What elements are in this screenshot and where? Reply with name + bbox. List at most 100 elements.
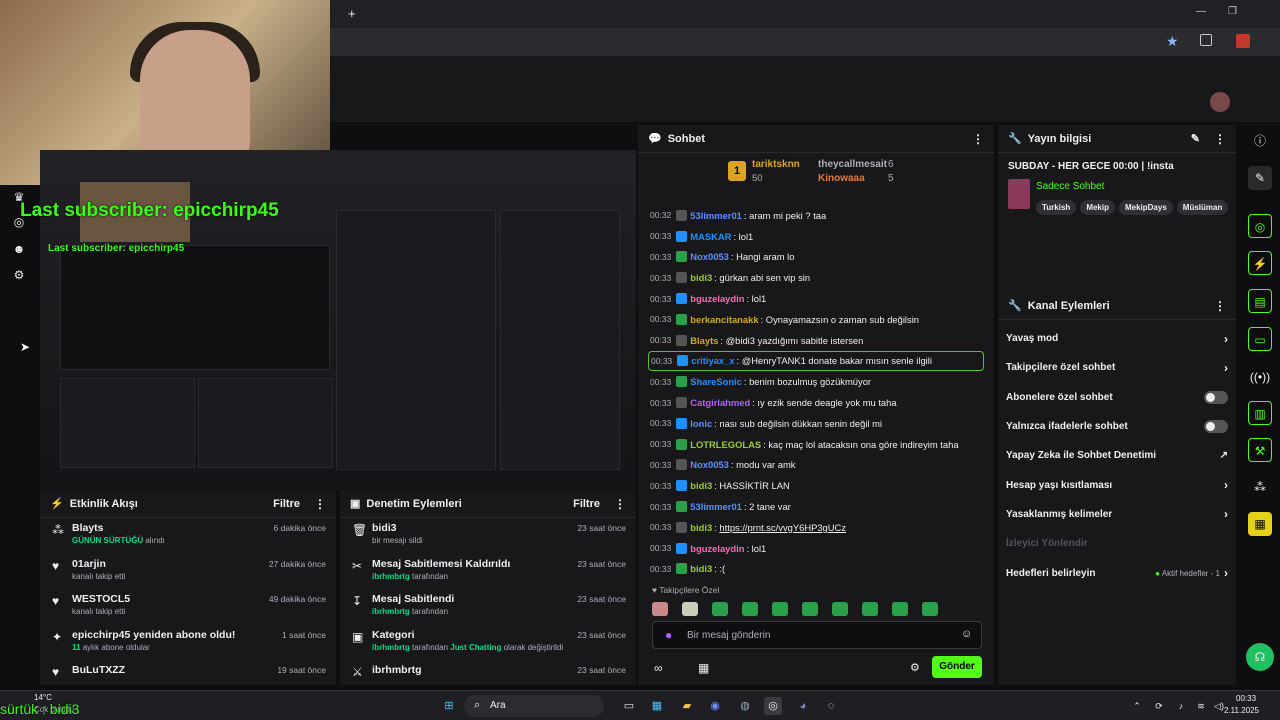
tag[interactable]: Müslüman xyxy=(1176,200,1229,215)
category-thumbnail[interactable] xyxy=(1008,179,1030,209)
message-username[interactable]: bidi3 xyxy=(690,272,712,283)
emote-icon[interactable] xyxy=(712,602,728,616)
chevron-right-icon[interactable]: › xyxy=(1224,507,1228,521)
chat-message[interactable]: 00:33 bidi3: https://prnt.sc/vvgY6HP3gUCz xyxy=(638,517,994,538)
taskbar-search[interactable]: ⌕ Ara xyxy=(464,695,604,717)
network-icon[interactable]: ⟳ xyxy=(1150,697,1168,715)
list-item[interactable]: ✦ epicchirp45 yeniden abone oldu! 11 aylık… xyxy=(40,625,336,661)
chrome-icon[interactable]: ◎ xyxy=(764,697,782,715)
emote-icon[interactable] xyxy=(772,602,788,616)
bolt-icon[interactable]: ⚡ xyxy=(1248,251,1272,275)
external-link-icon[interactable]: ↗ xyxy=(1220,450,1228,461)
message-username[interactable]: Nox0053 xyxy=(690,459,729,470)
chat-message[interactable]: 00:33 bidi3: :( xyxy=(638,559,994,580)
extensions-icon[interactable] xyxy=(1200,34,1212,46)
activity-filter-button[interactable]: Filtre xyxy=(273,498,300,510)
info-icon[interactable]: ⓘ xyxy=(1248,129,1272,153)
toggle-switch[interactable] xyxy=(1204,420,1228,434)
chat-message[interactable]: 00:33 Catgirlahmed: ıy ezik sende deagle … xyxy=(638,392,994,413)
message-username[interactable]: LOTRLEGOLAS xyxy=(690,439,761,450)
edit-icon[interactable]: ✎ xyxy=(1248,166,1272,190)
emote-icon[interactable] xyxy=(862,602,878,616)
chat-message[interactable]: 00:33 critiyax_x: @HenryTANK1 donate baka… xyxy=(648,350,984,372)
channel-action-item[interactable]: Hedefleri belirleyin ● Aktif hedefler - 1… xyxy=(998,558,1236,587)
new-tab-button[interactable]: + xyxy=(348,6,356,21)
message-username[interactable]: Catgirlahmed xyxy=(690,397,750,408)
chevron-right-icon[interactable]: › xyxy=(1224,566,1228,580)
more-options-icon[interactable]: ⋮ xyxy=(972,132,984,146)
list-item[interactable]: ▣ Kategori ibrhmbrtg tarafından Just Chatt… xyxy=(340,625,636,661)
message-username[interactable]: 53limmer01 xyxy=(690,210,742,221)
windows-start-icon[interactable]: ⊞ xyxy=(440,697,458,715)
microphone-icon[interactable]: ♪ xyxy=(1172,697,1190,715)
clipboard-icon[interactable]: ▤ xyxy=(1248,289,1272,313)
emote-icon[interactable] xyxy=(892,602,908,616)
address-bar[interactable]: ★ xyxy=(330,28,1280,56)
tag[interactable]: Turkish xyxy=(1036,200,1077,215)
chat-message[interactable]: 00:33 Blayts: @bidi3 yazdığımı sabitle is… xyxy=(638,330,994,351)
steam-icon[interactable]: ◍ xyxy=(736,697,754,715)
wrench-icon[interactable]: ⚒ xyxy=(1248,438,1272,462)
emote-icon[interactable] xyxy=(742,602,758,616)
store-icon[interactable]: ▦ xyxy=(698,661,709,675)
points-icon[interactable]: ⁂ xyxy=(1248,475,1272,499)
profile-icon[interactable] xyxy=(1236,34,1250,48)
message-username[interactable]: Nox0053 xyxy=(690,251,729,262)
channel-action-item[interactable]: Takipçilere özel sohbet › xyxy=(998,353,1236,382)
send-button[interactable]: Gönder xyxy=(932,656,982,678)
wifi-icon[interactable]: ≋ xyxy=(1192,697,1210,715)
chat-message[interactable]: 00:33 bidi3: gürkan abi sen vip sin xyxy=(638,267,994,288)
microphone-icon[interactable]: ● xyxy=(665,628,672,642)
tag[interactable]: MekipDays xyxy=(1118,200,1173,215)
message-username[interactable]: 53limmer01 xyxy=(690,501,742,512)
message-username[interactable]: ShareSonic xyxy=(690,376,742,387)
star-icon[interactable]: ★ xyxy=(1166,33,1179,50)
avatar[interactable] xyxy=(1210,92,1230,112)
channel-action-item[interactable]: Yasaklanmış kelimeler › xyxy=(998,500,1236,529)
chat-message[interactable]: 00:33 bguzelaydin: lol1 xyxy=(638,538,994,559)
app-icon[interactable]: ◉ xyxy=(706,697,724,715)
list-item[interactable]: ⁂ Blayts GÜNÜN SÜRTÜĞÜ alındı 6 dakika önce xyxy=(40,518,336,554)
task-view-icon[interactable]: ▭ xyxy=(620,697,638,715)
message-username[interactable]: critiyax_x xyxy=(691,355,734,366)
chat-icon[interactable]: ▭ xyxy=(1248,327,1272,351)
channel-action-item[interactable]: Yapay Zeka ile Sohbet Denetimi ↗ xyxy=(998,441,1236,470)
more-options-icon[interactable]: ⋮ xyxy=(314,497,326,511)
gear-icon[interactable]: ⚙ xyxy=(12,268,26,282)
mod-filter-button[interactable]: Filtre xyxy=(573,498,600,510)
chat-message[interactable]: 00:33 Nox0053: Hangi aram lo xyxy=(638,247,994,268)
discord-icon[interactable]: ◕ xyxy=(794,697,812,715)
more-options-icon[interactable]: ⋮ xyxy=(1214,299,1226,313)
more-options-icon[interactable]: ⋮ xyxy=(1214,132,1226,146)
help-icon[interactable]: ☊ xyxy=(1246,643,1274,671)
list-item[interactable]: ♥ WESTOCL5 kanalı takip etti 49 dakika önce xyxy=(40,589,336,625)
list-item[interactable]: ↧ Mesaj Sabitlendi ibrhmbrtg tarafından 23 … xyxy=(340,589,636,625)
chevron-right-icon[interactable]: › xyxy=(1224,332,1228,346)
chat-message[interactable]: 00:33 ShareSonic: benim bozulmuş gözükmüy… xyxy=(638,371,994,392)
emoji-icon[interactable]: ☺ xyxy=(961,628,972,640)
emote-icon[interactable] xyxy=(652,602,668,616)
emote-icon[interactable] xyxy=(922,602,938,616)
clock-date[interactable]: 2.11.2025 xyxy=(1224,706,1259,715)
list-item[interactable]: ✂ Mesaj Sabitlemesi Kaldırıldı ibrhmbrtg t… xyxy=(340,554,636,590)
list-item[interactable]: ♥ 01arjin kanalı takip etti 27 dakika önce xyxy=(40,554,336,590)
emote-icon[interactable] xyxy=(682,602,698,616)
infinity-icon[interactable]: ∞ xyxy=(654,661,663,675)
list-item[interactable]: 🗑 bidi3 bir mesajı sildi 23 saat önce xyxy=(340,518,636,554)
emote-icon[interactable] xyxy=(832,602,848,616)
chat-message[interactable]: 00:33 LOTRLEGOLAS: kaç maç lol atacaksın … xyxy=(638,434,994,455)
channel-action-item[interactable]: Abonelere özel sohbet xyxy=(998,383,1236,412)
message-username[interactable]: bguzelaydin xyxy=(690,293,744,304)
store-icon[interactable]: ▦ xyxy=(1248,512,1272,536)
chat-message[interactable]: 00:33 MASKAR: lol1 xyxy=(638,226,994,247)
calculator-icon[interactable]: ▦ xyxy=(648,697,666,715)
toggle-switch[interactable] xyxy=(1204,390,1228,404)
channel-action-item[interactable]: Hesap yaşı kısıtlaması › xyxy=(998,470,1236,499)
gear-icon[interactable]: ⚙ xyxy=(910,661,920,674)
chevron-up-icon[interactable]: ⌃ xyxy=(1128,697,1146,715)
message-username[interactable]: bidi3 xyxy=(690,563,712,574)
chevron-right-icon[interactable]: › xyxy=(1224,478,1228,492)
folder-icon[interactable]: ▰ xyxy=(678,697,696,715)
layout-icon[interactable]: ▥ xyxy=(1248,401,1272,425)
chat-message[interactable]: 00:33 53limmer01: 2 tane var xyxy=(638,496,994,517)
